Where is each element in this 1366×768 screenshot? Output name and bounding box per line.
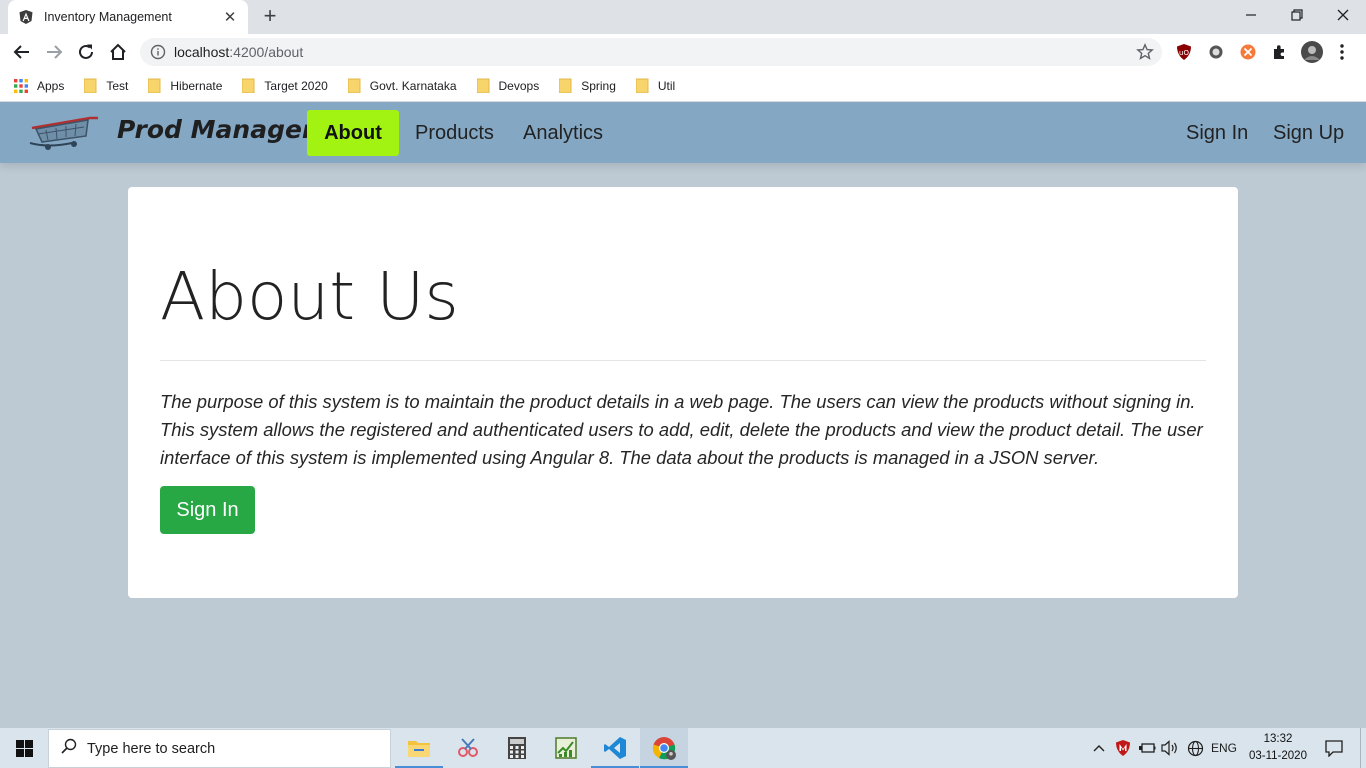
battery-icon[interactable] [1137, 728, 1157, 768]
clock-time: 13:32 [1263, 733, 1293, 745]
browser-toolbar: localhost:4200/about uO [0, 34, 1366, 70]
about-description: The purpose of this system is to maintai… [160, 391, 1203, 468]
tab-strip: Inventory Management ✕ + [0, 0, 1366, 34]
tab-title: Inventory Management [44, 10, 172, 24]
shopping-cart-logo-icon[interactable] [28, 110, 102, 157]
nav-about[interactable]: About [307, 110, 399, 156]
ublock-icon[interactable]: uO [1174, 42, 1194, 62]
vscode-icon[interactable] [591, 728, 639, 768]
bookmark-folder-util[interactable]: Util [635, 78, 676, 93]
network-globe-icon[interactable] [1185, 728, 1205, 768]
snipping-tool-icon[interactable] [444, 728, 492, 768]
notifications-icon[interactable] [1320, 728, 1348, 768]
extensions-puzzle-icon[interactable] [1270, 42, 1290, 62]
bookmark-label: Apps [37, 78, 65, 93]
folder-icon [476, 78, 490, 93]
home-icon[interactable] [104, 38, 132, 66]
new-tab-icon[interactable]: + [258, 5, 282, 28]
angular-favicon-icon [18, 9, 34, 25]
volume-icon[interactable] [1160, 728, 1180, 768]
back-icon[interactable] [8, 38, 36, 66]
folder-icon [635, 78, 649, 93]
file-explorer-icon[interactable] [395, 728, 443, 768]
nav-sign-in[interactable]: Sign In [1178, 110, 1256, 156]
bookmark-label: Hibernate [170, 78, 223, 93]
show-desktop-button[interactable] [1360, 728, 1366, 768]
chrome-icon[interactable] [640, 728, 688, 768]
site-info-icon[interactable] [150, 44, 166, 60]
bookmarks-bar: Apps Test Hibernate Target 2020 Govt. Ka… [0, 70, 1366, 102]
bookmark-apps[interactable]: Apps [14, 78, 65, 93]
bookmark-folder-spring[interactable]: Spring [559, 78, 616, 93]
divider [160, 360, 1206, 361]
svg-text:uO: uO [1179, 49, 1189, 57]
page-title: About Us [160, 258, 459, 335]
show-hidden-icons-chevron-up-icon[interactable] [1090, 728, 1108, 768]
bookmark-label: Util [657, 78, 676, 93]
windows-start-icon[interactable] [0, 728, 48, 768]
folder-icon [242, 78, 255, 93]
bookmark-label: Spring [581, 78, 616, 93]
bookmark-folder-test[interactable]: Test [84, 78, 128, 93]
bookmark-label: Test [106, 78, 129, 93]
nav-analytics[interactable]: Analytics [515, 110, 611, 156]
browser-tab[interactable]: Inventory Management ✕ [8, 0, 248, 34]
task-manager-icon[interactable] [542, 728, 590, 768]
folder-icon [84, 78, 97, 93]
sign-in-button[interactable]: Sign In [160, 486, 255, 534]
bookmark-folder-target-2020[interactable]: Target 2020 [242, 78, 328, 93]
profile-avatar-icon[interactable] [1300, 40, 1324, 64]
taskbar-clock[interactable]: 13:32 03-11-2020 [1244, 731, 1312, 765]
language-indicator[interactable]: ENG [1208, 728, 1240, 768]
extension-orange-icon[interactable] [1238, 42, 1258, 62]
folder-icon [148, 78, 161, 93]
search-placeholder: Type here to search [87, 740, 216, 757]
restore-icon[interactable] [1274, 0, 1320, 30]
bookmark-star-icon[interactable] [1136, 43, 1154, 66]
bookmark-label: Govt. Karnataka [369, 78, 457, 93]
minimize-icon[interactable] [1228, 0, 1274, 30]
nav-products[interactable]: Products [407, 110, 502, 156]
close-window-icon[interactable] [1320, 0, 1366, 30]
folder-icon [347, 78, 361, 93]
extension-circle-icon[interactable] [1206, 42, 1226, 62]
forward-icon[interactable] [40, 38, 68, 66]
bookmark-folder-govt-karnataka[interactable]: Govt. Karnataka [347, 78, 457, 93]
apps-grid-icon [14, 78, 28, 93]
nav-sign-up[interactable]: Sign Up [1265, 110, 1352, 156]
bookmark-folder-hibernate[interactable]: Hibernate [148, 78, 222, 93]
address-bar[interactable]: localhost:4200/about [140, 38, 1162, 66]
folder-icon [559, 78, 572, 93]
taskbar-search-input[interactable]: Type here to search [48, 729, 391, 768]
brand-title[interactable]: Prod Manager [117, 115, 314, 144]
bookmark-folder-devops[interactable]: Devops [476, 78, 540, 93]
browser-menu-icon[interactable] [1332, 42, 1352, 62]
mcafee-shield-icon[interactable] [1113, 728, 1133, 768]
search-icon [61, 738, 77, 759]
clock-date: 03-11-2020 [1249, 750, 1307, 762]
tab-close-icon[interactable]: ✕ [222, 8, 238, 26]
bookmark-label: Devops [498, 78, 540, 93]
calculator-icon[interactable] [493, 728, 541, 768]
url-text: localhost:4200/about [174, 44, 304, 60]
bookmark-label: Target 2020 [264, 78, 328, 93]
reload-icon[interactable] [72, 38, 100, 66]
